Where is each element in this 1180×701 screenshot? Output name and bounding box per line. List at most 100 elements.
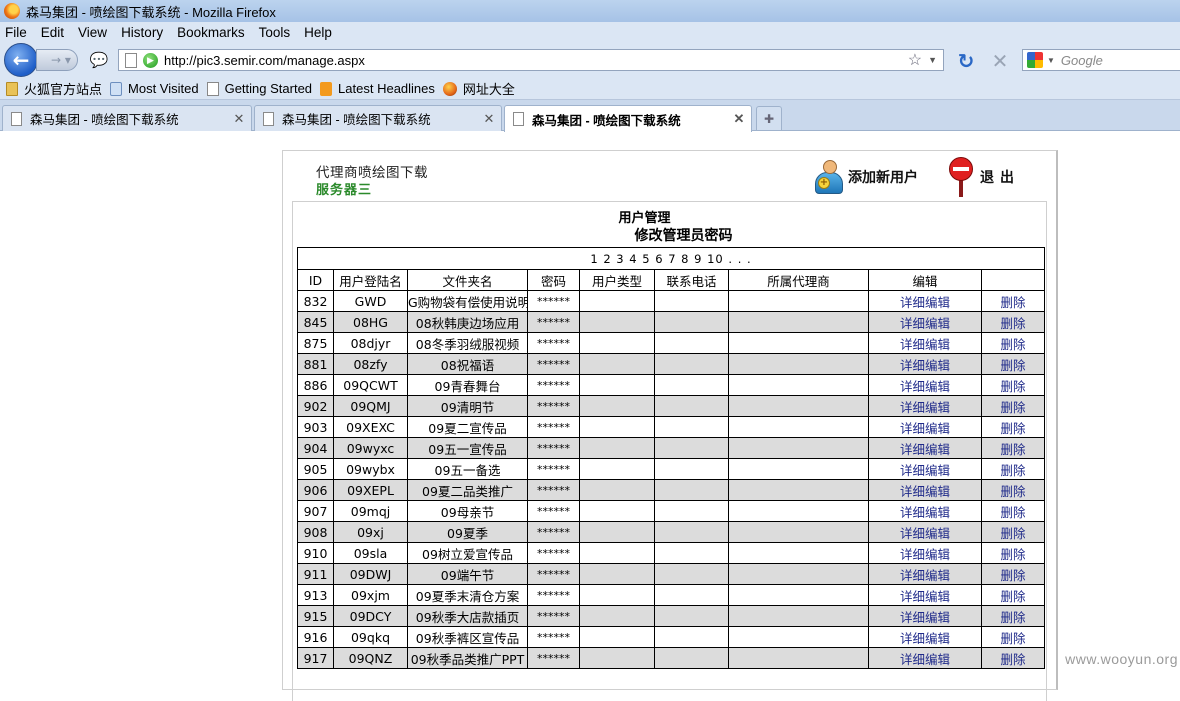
bookmark-label: Most Visited bbox=[128, 81, 199, 96]
feedback-button[interactable]: 💬 bbox=[86, 49, 112, 71]
delete-link[interactable]: 删除 bbox=[980, 353, 1046, 375]
search-engine-dropdown-icon[interactable]: ▼ bbox=[1047, 56, 1055, 65]
menu-history[interactable]: History bbox=[115, 25, 171, 40]
menu-edit[interactable]: Edit bbox=[35, 25, 72, 40]
close-icon[interactable]: ✕ bbox=[731, 111, 747, 127]
add-user-button[interactable]: + 添加新用户 bbox=[813, 157, 918, 197]
close-icon[interactable]: ✕ bbox=[231, 111, 247, 127]
page-icon bbox=[125, 52, 137, 68]
delete-link[interactable]: 删除 bbox=[980, 521, 1046, 543]
bookmark-latest-headlines[interactable]: Latest Headlines bbox=[320, 81, 435, 96]
edit-link[interactable]: 详细编辑 bbox=[868, 500, 982, 522]
bookmark-url-directory[interactable]: 网址大全 bbox=[442, 79, 515, 98]
table-row: 905 09wybx 09五一备选 ****** 详细编辑 删除 bbox=[297, 458, 1046, 480]
edit-link[interactable]: 详细编辑 bbox=[868, 311, 982, 333]
cell-password: ****** bbox=[527, 395, 580, 417]
url-dropdown-icon[interactable]: ▼ bbox=[928, 55, 937, 65]
cell-agent bbox=[728, 521, 869, 543]
delete-link[interactable]: 删除 bbox=[980, 437, 1046, 459]
site-identity-icon[interactable]: ▶ bbox=[143, 52, 158, 68]
cell-login: 09xjm bbox=[333, 584, 408, 606]
delete-link[interactable]: 删除 bbox=[980, 500, 1046, 522]
change-admin-password-link[interactable]: 修改管理员密码 bbox=[293, 225, 1048, 245]
delete-link[interactable]: 删除 bbox=[980, 563, 1046, 585]
delete-link[interactable]: 删除 bbox=[980, 416, 1046, 438]
edit-link[interactable]: 详细编辑 bbox=[868, 563, 982, 585]
edit-link[interactable]: 详细编辑 bbox=[868, 458, 982, 480]
menu-view[interactable]: View bbox=[72, 25, 115, 40]
edit-link[interactable]: 详细编辑 bbox=[868, 584, 982, 606]
cell-user-type bbox=[579, 416, 655, 438]
menu-file[interactable]: File bbox=[0, 25, 35, 40]
delete-link[interactable]: 删除 bbox=[980, 458, 1046, 480]
cell-password: ****** bbox=[527, 563, 580, 585]
cell-user-type bbox=[579, 542, 655, 564]
delete-link[interactable]: 删除 bbox=[980, 479, 1046, 501]
bookmark-getting-started[interactable]: Getting Started bbox=[206, 81, 312, 96]
edit-link[interactable]: 详细编辑 bbox=[868, 647, 982, 669]
edit-link[interactable]: 详细编辑 bbox=[868, 479, 982, 501]
edit-link[interactable]: 详细编辑 bbox=[868, 290, 982, 312]
most-visited-icon bbox=[110, 81, 123, 96]
edit-link[interactable]: 详细编辑 bbox=[868, 542, 982, 564]
bookmark-star-icon[interactable]: ☆ bbox=[908, 50, 922, 70]
cell-login: 09XEPL bbox=[333, 479, 408, 501]
menu-tools[interactable]: Tools bbox=[253, 25, 299, 40]
delete-link[interactable]: 删除 bbox=[980, 374, 1046, 396]
delete-link[interactable]: 删除 bbox=[980, 311, 1046, 333]
url-bar[interactable]: ▶ http://pic3.semir.com/manage.aspx ☆ ▼ bbox=[118, 49, 944, 71]
close-icon[interactable]: ✕ bbox=[481, 111, 497, 127]
cell-folder: 09秋季大店款插页 bbox=[407, 605, 528, 627]
tab-2[interactable]: 森马集团 - 喷绘图下载系统 ✕ bbox=[254, 105, 502, 131]
cell-folder: 09秋季裤区宣传品 bbox=[407, 626, 528, 648]
cell-user-type bbox=[579, 605, 655, 627]
edit-link[interactable]: 详细编辑 bbox=[868, 605, 982, 627]
tab-1[interactable]: 森马集团 - 喷绘图下载系统 ✕ bbox=[2, 105, 252, 131]
back-button[interactable]: ← bbox=[4, 43, 38, 77]
delete-link[interactable]: 删除 bbox=[980, 647, 1046, 669]
tab-3-active[interactable]: 森马集团 - 喷绘图下载系统 ✕ bbox=[504, 105, 752, 132]
url-text[interactable]: http://pic3.semir.com/manage.aspx bbox=[164, 53, 908, 68]
delete-link[interactable]: 删除 bbox=[980, 626, 1046, 648]
edit-link[interactable]: 详细编辑 bbox=[868, 332, 982, 354]
stop-sign-icon bbox=[948, 157, 974, 197]
bookmark-most-visited[interactable]: Most Visited bbox=[110, 81, 199, 96]
bookmark-firefox-site[interactable]: 火狐官方站点 bbox=[6, 79, 102, 98]
cell-id: 904 bbox=[297, 437, 334, 459]
cell-phone bbox=[654, 542, 729, 564]
new-tab-button[interactable]: ✚ bbox=[756, 106, 782, 130]
reload-button[interactable]: ↻ bbox=[955, 49, 977, 73]
cell-id: 845 bbox=[297, 311, 334, 333]
edit-link[interactable]: 详细编辑 bbox=[868, 374, 982, 396]
pager-links[interactable]: 1 2 3 4 5 6 7 8 9 10 . . . bbox=[296, 247, 1046, 270]
cell-password: ****** bbox=[527, 416, 580, 438]
edit-link[interactable]: 详细编辑 bbox=[868, 395, 982, 417]
search-bar[interactable]: ▼ Google bbox=[1022, 49, 1180, 71]
cell-folder: 08祝福语 bbox=[407, 353, 528, 375]
page-title[interactable]: 用户管理 bbox=[293, 207, 1048, 226]
forward-button[interactable]: → ▾ bbox=[36, 49, 78, 71]
content-frame: 用户管理 修改管理员密码 1 2 3 4 5 6 7 8 9 10 . . . … bbox=[292, 201, 1047, 701]
menu-help[interactable]: Help bbox=[298, 25, 340, 40]
google-engine-icon[interactable] bbox=[1027, 52, 1043, 68]
menu-bookmarks[interactable]: Bookmarks bbox=[171, 25, 253, 40]
delete-link[interactable]: 删除 bbox=[980, 542, 1046, 564]
cell-id: 903 bbox=[297, 416, 334, 438]
edit-link[interactable]: 详细编辑 bbox=[868, 353, 982, 375]
delete-link[interactable]: 删除 bbox=[980, 584, 1046, 606]
edit-link[interactable]: 详细编辑 bbox=[868, 626, 982, 648]
watermark: www.wooyun.org bbox=[1065, 651, 1178, 667]
edit-link[interactable]: 详细编辑 bbox=[868, 416, 982, 438]
stop-button[interactable]: ✕ bbox=[989, 49, 1011, 73]
delete-link[interactable]: 删除 bbox=[980, 332, 1046, 354]
edit-link[interactable]: 详细编辑 bbox=[868, 521, 982, 543]
search-placeholder[interactable]: Google bbox=[1061, 53, 1103, 68]
edit-link[interactable]: 详细编辑 bbox=[868, 437, 982, 459]
delete-link[interactable]: 删除 bbox=[980, 290, 1046, 312]
reload-icon: ↻ bbox=[957, 49, 975, 73]
cell-phone bbox=[654, 353, 729, 375]
delete-link[interactable]: 删除 bbox=[980, 395, 1046, 417]
delete-link[interactable]: 删除 bbox=[980, 605, 1046, 627]
cell-folder: 09夏季 bbox=[407, 521, 528, 543]
logout-button[interactable]: 退出 bbox=[948, 157, 1020, 197]
